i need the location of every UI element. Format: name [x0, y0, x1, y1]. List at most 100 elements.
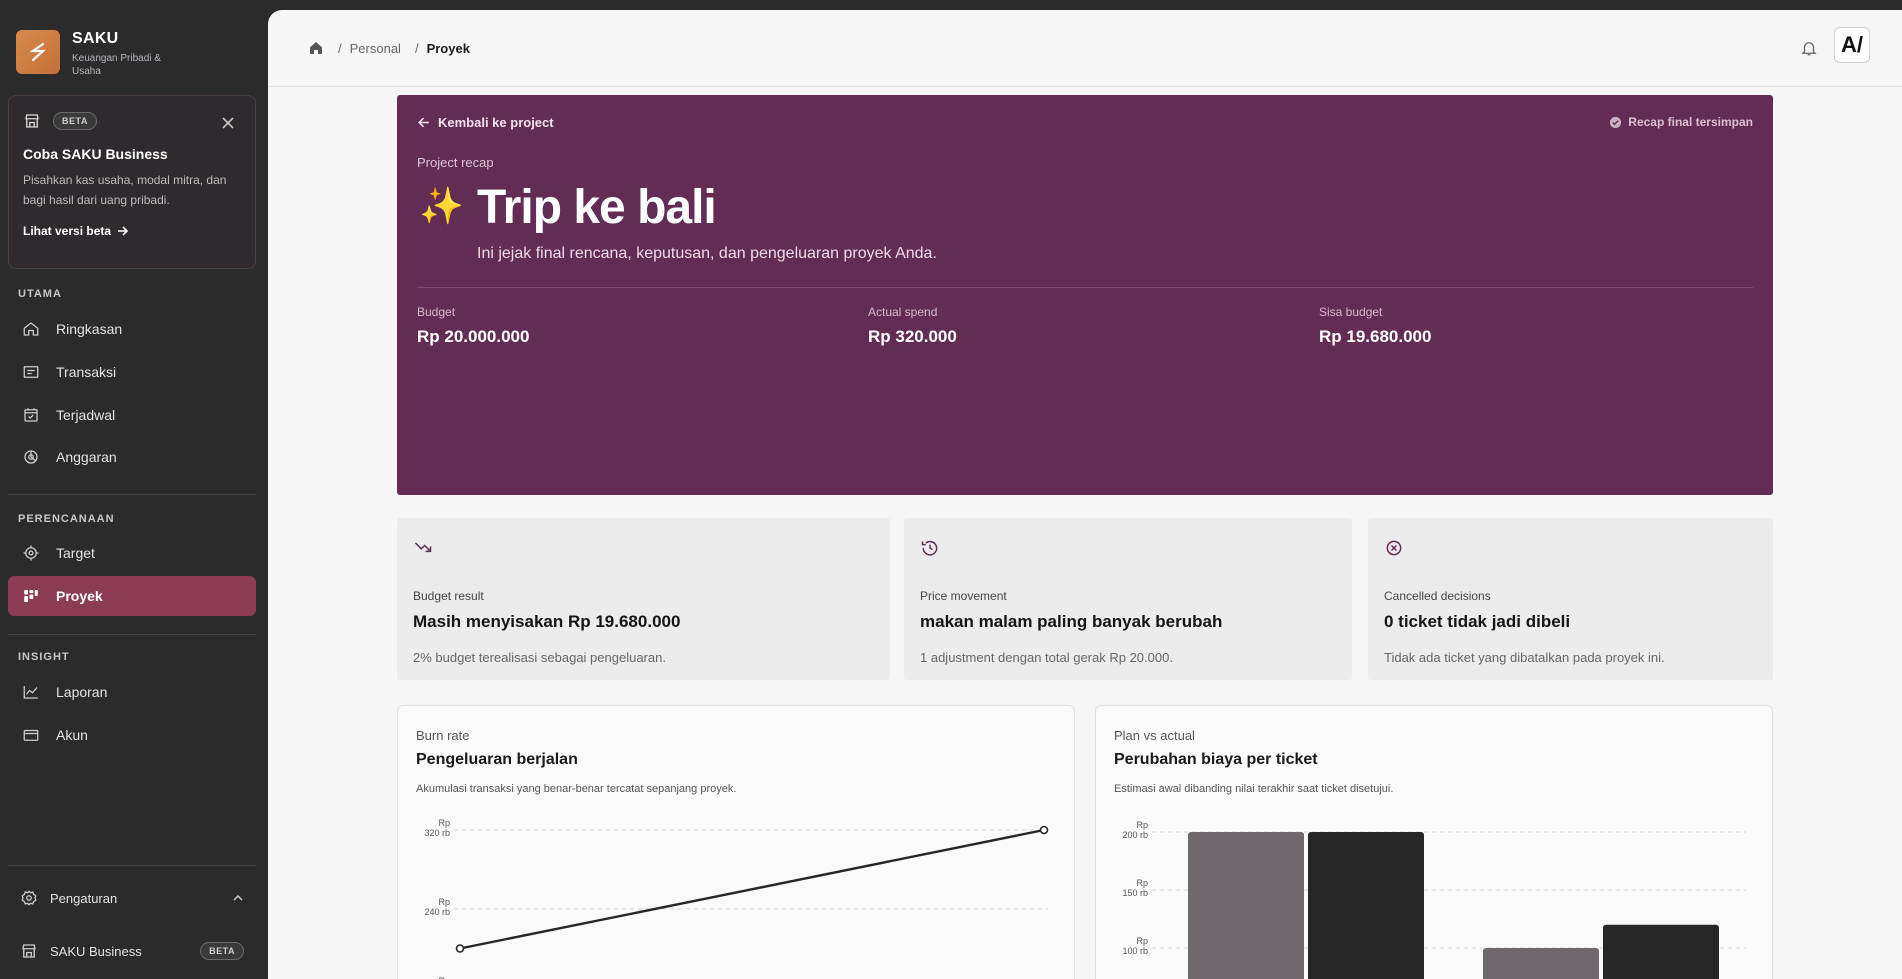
breadcrumb-personal[interactable]: Personal [350, 41, 401, 56]
sidebar-item-transaksi[interactable]: Transaksi [8, 352, 256, 392]
card-label: Price movement [920, 589, 1007, 603]
breadcrumb-separator: / [338, 40, 342, 56]
brand[interactable]: SAKU Keuangan Pribadi & Usaha [16, 30, 168, 78]
sidebar-divider [8, 494, 256, 495]
history-icon [921, 540, 938, 556]
y-tick-label: Rp 200 rb [1122, 820, 1148, 840]
y-tick-label: Rp 150 rb [1122, 878, 1148, 898]
brand-name: SAKU [72, 30, 119, 47]
burn-data-point [1039, 825, 1049, 835]
card-title: 0 ticket tidak jadi dibeli [1384, 612, 1571, 631]
back-to-project-link[interactable]: Kembali ke project [417, 115, 554, 130]
stat-remaining-budget: Sisa budget Rp 19.680.000 [1319, 305, 1431, 347]
sidebar-item-anggaran[interactable]: Anggaran [8, 437, 256, 477]
brand-logo-icon [16, 30, 60, 74]
sidebar-item-label: Transaksi [56, 364, 117, 380]
sidebar-item-target[interactable]: Target [8, 533, 256, 573]
nav-section-perencanaan: PERENCANAAN [18, 513, 115, 525]
receipt-icon [23, 366, 39, 378]
check-circle-icon [1610, 116, 1622, 128]
burn-series-line [459, 828, 1045, 950]
card-title: Masih menyisakan Rp 19.680.000 [413, 612, 681, 631]
bell-icon[interactable] [1800, 39, 1818, 57]
recap-label: Project recap [417, 155, 494, 170]
project-recap-hero: Kembali ke project Recap final tersimpan… [397, 95, 1773, 495]
y-tick-label: Rp 100 rb [1122, 936, 1148, 956]
stat-budget: Budget Rp 20.000.000 [417, 305, 529, 347]
target-icon [23, 545, 39, 561]
hero-divider [417, 287, 1753, 288]
y-tick-label: Rp 240 rb [424, 897, 450, 917]
bar [1603, 924, 1719, 979]
beta-badge: BETA [200, 942, 244, 960]
main-content: / Personal / Proyek A/ Kembali ke projec… [268, 10, 1902, 979]
saku-business-link[interactable]: SAKU Business BETA [8, 931, 256, 971]
sidebar-item-label: Proyek [56, 588, 103, 604]
card-label: Cancelled decisions [1384, 589, 1491, 603]
arrow-left-icon [418, 117, 429, 128]
sidebar-item-akun[interactable]: Akun [8, 715, 256, 755]
bar [1308, 832, 1424, 979]
back-label: Kembali ke project [438, 115, 554, 130]
sidebar-item-terjadwal[interactable]: Terjadwal [8, 395, 256, 435]
plan-vs-actual-chart: Rp 200 rb Rp 150 rb Rp 100 rb [1122, 820, 1746, 979]
sidebar-divider [8, 865, 256, 866]
card-description: Tidak ada ticket yang dibatalkan pada pr… [1384, 650, 1665, 665]
view-beta-link[interactable]: Lihat versi beta [23, 224, 241, 238]
home-icon[interactable] [308, 40, 324, 56]
sidebar-item-proyek[interactable]: Proyek [8, 576, 256, 616]
plan-vs-actual-panel: Plan vs actual Perubahan biaya per ticke… [1095, 705, 1773, 979]
chevron-up-icon [233, 894, 243, 901]
brand-subtitle: Keuangan Pribadi & Usaha [72, 53, 161, 77]
stat-label: Sisa budget [1319, 305, 1383, 319]
beta-badge: BETA [53, 112, 97, 130]
stat-value: Rp 320.000 [868, 327, 957, 346]
card-description: 2% budget terealisasi sebagai pengeluara… [413, 650, 666, 665]
sidebar-item-laporan[interactable]: Laporan [8, 672, 256, 712]
calendar-check-icon [24, 408, 38, 422]
kanban-icon [24, 590, 38, 602]
card-price-movement: Price movement makan malam paling banyak… [904, 518, 1352, 680]
wallet-icon [23, 729, 39, 741]
sidebar-item-label: Anggaran [56, 449, 117, 465]
burn-rate-panel: Burn rate Pengeluaran berjalan Akumulasi… [397, 705, 1075, 979]
sidebar-item-ringkasan[interactable]: Ringkasan [8, 309, 256, 349]
sidebar-item-label: Terjadwal [56, 407, 116, 423]
business-promo: BETA Coba SAKU Business Pisahkan kas usa… [8, 95, 256, 269]
bar [1483, 948, 1599, 979]
sidebar-item-label: Target [56, 545, 95, 561]
stat-value: Rp 19.680.000 [1319, 327, 1432, 346]
promo-title: Coba SAKU Business [23, 146, 168, 162]
home-icon [23, 322, 39, 336]
burn-rate-chart: Rp320 rbRp240 rbRp160 rb [424, 818, 1049, 979]
nav-section-utama: UTAMA [18, 288, 62, 300]
store-icon [22, 944, 36, 958]
sidebar: SAKU Keuangan Pribadi & Usaha BETA Coba … [0, 0, 268, 979]
topbar: / Personal / Proyek A/ [268, 10, 1902, 87]
sidebar-item-label: Akun [56, 727, 88, 743]
y-tick-label: Rp 320 rb [424, 818, 450, 838]
saku-business-label: SAKU Business [50, 943, 142, 959]
card-title: makan malam paling banyak berubah [920, 612, 1223, 631]
bar [1188, 832, 1304, 979]
recap-saved-status: Recap final tersimpan [1609, 115, 1753, 129]
breadcrumb-current: Proyek [426, 40, 470, 56]
settings-toggle[interactable]: Pengaturan [8, 878, 256, 918]
breadcrumb-separator: / [414, 40, 419, 56]
nav-section-insight: INSIGHT [18, 651, 70, 663]
stat-value: Rp 20.000.000 [417, 327, 530, 346]
page-subtitle: Ini jejak final rencana, keputusan, dan … [477, 245, 937, 262]
breadcrumb: / Personal / Proyek [308, 40, 470, 56]
settings-label: Pengaturan [50, 890, 118, 906]
arrow-right-icon [118, 226, 129, 236]
saved-label: Recap final tersimpan [1628, 115, 1753, 129]
view-beta-link-label: Lihat versi beta [23, 224, 112, 238]
close-icon[interactable] [221, 116, 235, 130]
pie-chart-icon [24, 450, 38, 464]
card-description: 1 adjustment dengan total gerak Rp 20.00… [920, 650, 1173, 665]
card-label: Budget result [413, 589, 484, 603]
stat-label: Budget [417, 305, 456, 319]
sidebar-divider [8, 634, 256, 635]
gear-icon [21, 890, 37, 906]
avatar[interactable]: A/ [1834, 27, 1870, 63]
